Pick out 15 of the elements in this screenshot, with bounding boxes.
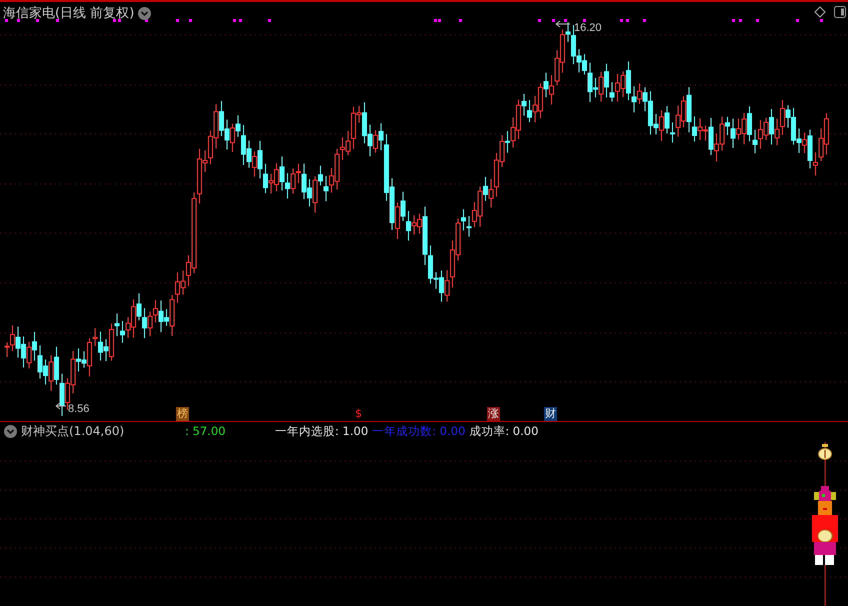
- signal-marker: 涨: [487, 407, 500, 421]
- chevron-down-icon[interactable]: [4, 424, 17, 438]
- indicator-value: : 57.00: [185, 424, 226, 438]
- signal-marker: 榜: [176, 407, 189, 421]
- indicator-value: 一年内选股: 1.00: [275, 424, 368, 438]
- money-bag-icon: [818, 444, 832, 460]
- indicator-value: 一年成功数: 0.00: [372, 424, 466, 438]
- panel-toggle-icon[interactable]: [834, 6, 846, 18]
- chart-title: 海信家电(日线 前复权): [3, 5, 134, 22]
- indicator-name: 财神买点(1.04,60): [21, 422, 126, 440]
- diamond-icon[interactable]: [814, 6, 826, 18]
- signal-marker: 财: [544, 407, 557, 421]
- chevron-down-icon[interactable]: [138, 6, 152, 20]
- indicator-value: 成功率: 0.00: [469, 424, 538, 438]
- signal-marker: $: [354, 407, 363, 421]
